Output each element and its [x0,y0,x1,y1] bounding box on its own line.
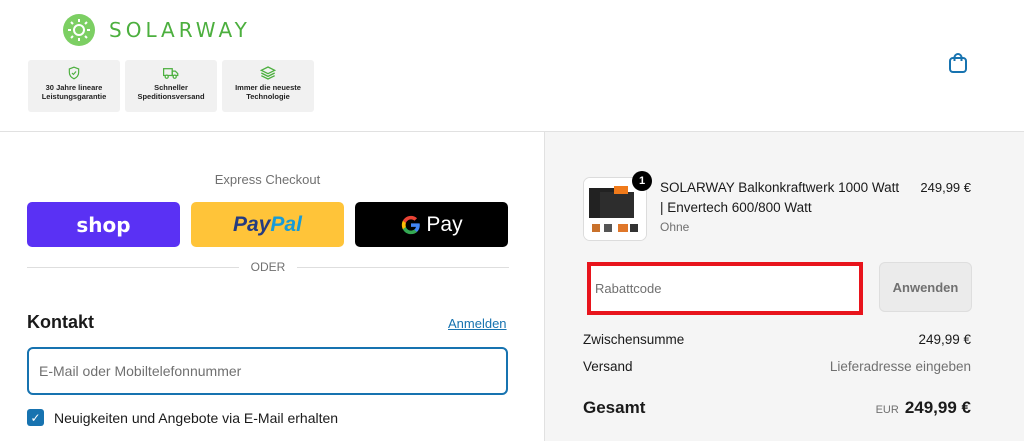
badge-warranty-text: 30 Jahre lineare Leistungsgarantie [41,83,107,101]
shield-check-icon [68,66,80,80]
quantity-badge: 1 [632,171,652,191]
shop-pay-button[interactable]: shop [27,202,180,247]
total-row: Gesamt EUR 249,99 € [583,398,971,418]
paypal-label: PayPal [233,212,302,236]
order-summary: 1 SOLARWAY Balkonkraftwerk 1000 Watt | E… [544,132,1024,441]
newsletter-label: Neuigkeiten und Angebote via E-Mail erha… [54,409,339,426]
discount-highlight [587,262,863,315]
total-label: Gesamt [583,398,646,417]
shipping-label: Versand [583,359,633,374]
email-field[interactable] [27,347,508,395]
brand-logo[interactable]: SOLARWAY [63,14,251,46]
cart-button[interactable] [946,51,970,75]
product-name: SOLARWAY Balkonkraftwerk 1000 Watt | Env… [660,180,900,215]
shipping-value: Lieferadresse eingeben [829,359,971,374]
shopping-bag-icon [949,53,967,73]
contact-title: Kontakt [27,312,94,332]
login-link[interactable]: Anmelden [448,316,507,331]
subtotal-label: Zwischensumme [583,332,685,347]
subtotal-row: Zwischensumme 249,99 € [583,332,971,347]
layers-icon [260,66,276,80]
badge-warranty: 30 Jahre lineare Leistungsgarantie [28,60,120,112]
google-g-icon [402,215,421,234]
product-price: 249,99 € [920,180,971,195]
product-variant: Ohne [660,220,690,234]
badge-technology-text: Immer die neueste Technologie [235,83,301,101]
or-divider-text: ODER [250,260,286,274]
discount-code-input[interactable] [591,266,859,311]
shipping-row: Versand Lieferadresse eingeben [583,359,971,374]
currency-code: EUR [875,404,899,416]
site-header: SOLARWAY 30 Jahre lineare Leistungsgaran… [0,0,1024,132]
google-pay-button[interactable]: Pay [355,202,508,247]
truck-icon [163,68,179,79]
checkout-main: Express Checkout shop PayPal Pay ODER Ko… [0,132,544,441]
badge-shipping: Schneller Speditionsversand [125,60,217,112]
paypal-button[interactable]: PayPal [191,202,344,247]
brand-name: SOLARWAY [109,18,251,42]
trust-badges: 30 Jahre lineare Leistungsgarantie Schne… [28,60,314,112]
apply-discount-button[interactable]: Anwenden [879,262,972,312]
sun-icon [63,14,95,46]
subtotal-value: 249,99 € [918,332,971,347]
badge-technology: Immer die neueste Technologie [222,60,314,112]
newsletter-checkbox[interactable]: ✓ [27,409,44,426]
shop-pay-label: shop [76,212,131,237]
google-pay-label: Pay [426,212,463,236]
or-divider: ODER [27,260,510,274]
badge-shipping-text: Schneller Speditionsversand [137,83,205,101]
total-value: 249,99 € [904,398,971,417]
newsletter-option[interactable]: ✓ Neuigkeiten und Angebote via E-Mail er… [27,409,338,426]
express-checkout-title: Express Checkout [214,172,321,187]
